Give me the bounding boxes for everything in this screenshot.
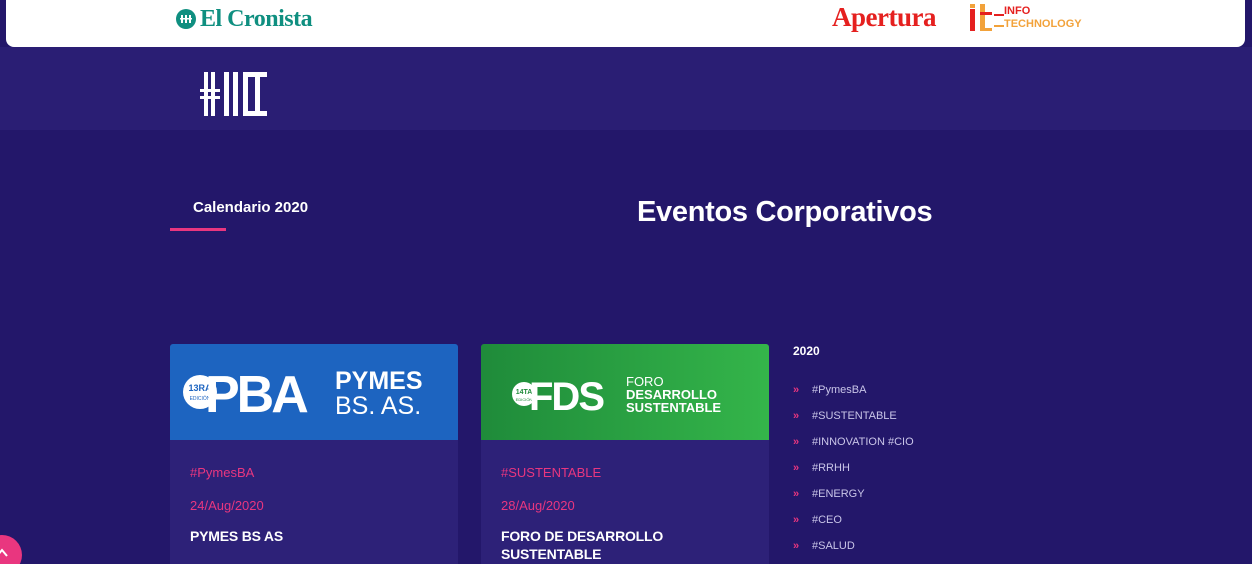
double-chevron-right-icon: » xyxy=(793,488,800,500)
double-chevron-right-icon: » xyxy=(793,540,800,552)
it-logo-bottom-text: TECHNOLOGY xyxy=(1004,18,1082,30)
event-banner-pba[interactable]: 13RA EDICIÓN PBA PYMES BS. AS. xyxy=(170,344,458,440)
double-chevron-right-icon: » xyxy=(793,462,800,474)
tag-link-label: #INNOVATION #CIO xyxy=(812,436,914,448)
event-title[interactable]: PYMES BS AS xyxy=(190,527,440,545)
fds-big-text: FDS xyxy=(529,375,604,416)
fds-line3-text: SUSTENTABLE xyxy=(626,400,721,415)
double-chevron-right-icon: » xyxy=(793,410,800,422)
double-chevron-right-icon: » xyxy=(793,436,800,448)
active-tab-indicator xyxy=(170,228,226,231)
pba-line2-text: BS. AS. xyxy=(335,392,421,416)
tag-link-label: #PymesBA xyxy=(812,384,867,396)
page-title: Eventos Corporativos xyxy=(637,196,933,228)
event-card-fds[interactable]: 14TA EDICIÓN FDS FORO DESARROLLO SUSTENT… xyxy=(481,344,769,564)
sidebar-year-heading: 2020 xyxy=(793,344,820,358)
cronista-mark-icon xyxy=(176,9,196,29)
tag-link-label: #RRHH xyxy=(812,462,850,474)
event-tag[interactable]: #SUSTENTABLE xyxy=(501,465,601,480)
tab-calendario-2020[interactable]: Calendario 2020 xyxy=(170,196,330,236)
event-card-pymes[interactable]: 13RA EDICIÓN PBA PYMES BS. AS. #PymesBA … xyxy=(170,344,458,564)
info-technology-logo[interactable]: INFO TECHNOLOGY xyxy=(968,2,1088,36)
apertura-logo[interactable]: Apertura xyxy=(832,2,936,34)
partner-logos-bar: El Cronista Apertura INFO TECHNOLOGY xyxy=(6,0,1245,47)
tag-list: » #PymesBA » #SUSTENTABLE » #INNOVATION … xyxy=(793,377,993,559)
tag-link-label: #SALUD xyxy=(812,540,855,552)
tag-link-salud[interactable]: » #SALUD xyxy=(793,533,993,559)
tag-link-innovation-cio[interactable]: » #INNOVATION #CIO xyxy=(793,429,993,455)
event-banner-fds[interactable]: 14TA EDICIÓN FDS FORO DESARROLLO SUSTENT… xyxy=(481,344,769,440)
tab-calendario-label: Calendario 2020 xyxy=(193,199,309,216)
el-cronista-logo[interactable]: El Cronista xyxy=(176,5,313,33)
tag-link-rrhh[interactable]: » #RRHH xyxy=(793,455,993,481)
site-header xyxy=(0,47,1252,130)
tag-link-energy[interactable]: » #ENERGY xyxy=(793,481,993,507)
tag-link-label: #ENERGY xyxy=(812,488,865,500)
pba-big-text: PBA xyxy=(205,366,308,416)
double-chevron-right-icon: » xyxy=(793,384,800,396)
event-tag[interactable]: #PymesBA xyxy=(190,465,254,480)
tags-sidebar: 2020 » #PymesBA » #SUSTENTABLE » #INNOVA… xyxy=(793,344,993,559)
event-date: 28/Aug/2020 xyxy=(501,498,575,513)
event-title[interactable]: FORO DE DESARROLLO SUSTENTABLE xyxy=(501,527,751,563)
chevron-up-icon xyxy=(0,546,9,564)
scroll-to-top-button[interactable] xyxy=(0,535,22,564)
event-date: 24/Aug/2020 xyxy=(190,498,264,513)
tag-link-ceo[interactable]: » #CEO xyxy=(793,507,993,533)
tag-link-label: #SUSTENTABLE xyxy=(812,410,897,422)
pba-line1-text: PYMES xyxy=(335,367,423,395)
el-cronista-logo-text: El Cronista xyxy=(200,5,313,32)
tag-link-label: #CEO xyxy=(812,514,842,526)
it-logo-top-text: INFO xyxy=(1004,5,1031,17)
hic-logo[interactable] xyxy=(200,72,268,121)
tag-link-pymesba[interactable]: » #PymesBA xyxy=(793,377,993,403)
tag-link-sustentable[interactable]: » #SUSTENTABLE xyxy=(793,403,993,429)
double-chevron-right-icon: » xyxy=(793,514,800,526)
